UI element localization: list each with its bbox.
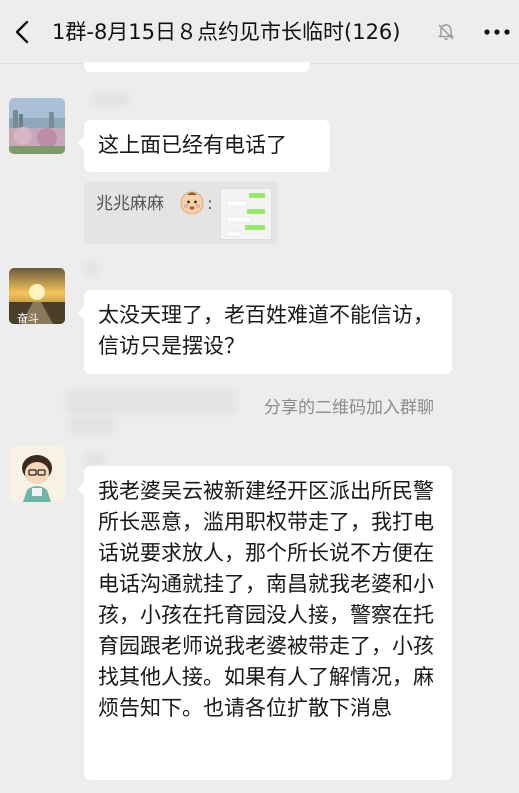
back-arrow-icon[interactable] bbox=[10, 18, 36, 46]
message-bubble[interactable]: 这上面已经有电话了 bbox=[77, 120, 330, 172]
mute-bell-icon bbox=[436, 22, 456, 42]
blurred-user-name bbox=[66, 390, 236, 414]
chat-title: 1群-8月15日８点约见市长临时(126) bbox=[52, 20, 401, 44]
quoted-sender-name: 兆兆麻麻 bbox=[96, 194, 164, 214]
avatar[interactable] bbox=[9, 446, 65, 502]
chat-header: 1群-8月15日８点约见市长临时(126) bbox=[0, 0, 519, 64]
avatar[interactable]: 奋斗 bbox=[9, 268, 65, 324]
blurred-user-name bbox=[70, 416, 114, 434]
previous-message-bubble bbox=[84, 62, 310, 72]
message-bubble[interactable]: 我老婆吴云被新建经开区派出所民警所长恶意，滥用职权带走了，我打电话说要求放人，那… bbox=[77, 466, 452, 780]
baby-face-icon bbox=[179, 189, 205, 219]
message-bubble[interactable]: 太没天理了，老百姓难道不能信访，信访只是摆设？ bbox=[77, 290, 452, 374]
quoted-separator: : bbox=[207, 194, 213, 214]
avatar[interactable] bbox=[9, 98, 65, 154]
quoted-message[interactable]: 兆兆麻麻 : bbox=[84, 182, 278, 244]
more-icon[interactable] bbox=[482, 22, 512, 42]
system-notice: 分享的二维码加入群聊 bbox=[264, 398, 434, 418]
blurred-sender-name bbox=[84, 262, 98, 276]
blurred-sender-name bbox=[84, 452, 104, 466]
blurred-sender-name bbox=[92, 92, 128, 106]
quoted-screenshot-thumbnail[interactable] bbox=[220, 188, 272, 240]
avatar-caption: 奋斗 bbox=[17, 311, 39, 324]
